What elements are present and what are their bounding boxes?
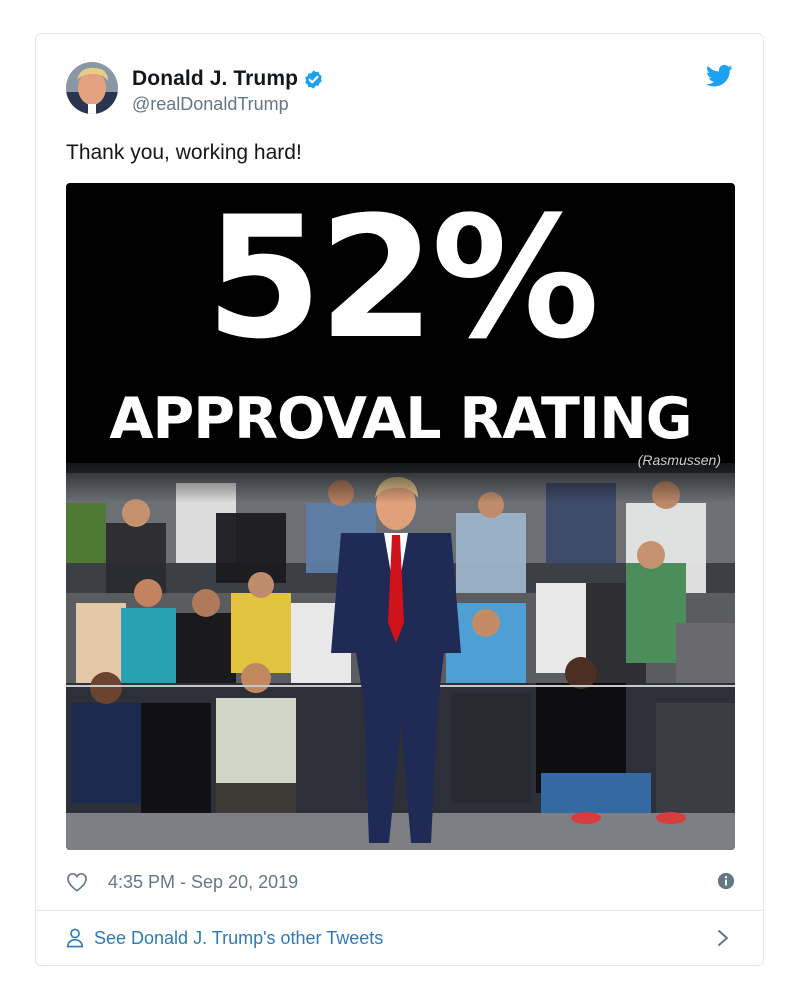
info-icon[interactable] [717,872,735,890]
author-name[interactable]: Donald J. Trump [132,67,298,91]
chevron-right-icon[interactable] [717,929,729,947]
tweet-timestamp[interactable]: 4:35 PM - Sep 20, 2019 [108,872,298,893]
tweet-text: Thank you, working hard! [66,141,302,164]
twitter-bird-icon[interactable] [706,64,733,88]
see-other-tweets-link[interactable]: See Donald J. Trump's other Tweets [66,924,735,952]
heart-icon[interactable] [66,872,88,892]
see-other-tweets-label[interactable]: See Donald J. Trump's other Tweets [94,928,383,949]
person-icon [66,928,84,948]
footer-divider [36,910,763,911]
source-caption: (Rasmussen) [637,452,721,468]
approval-rating-heading: APPROVAL RATING [109,386,692,452]
author-handle[interactable]: @realDonaldTrump [132,94,289,115]
approval-percentage: 52% [205,183,599,376]
tweet-media-image[interactable]: 52% APPROVAL RATING (Rasmussen) [66,183,735,850]
author-row: Donald J. Trump [132,67,324,91]
embedded-tweet-card: Donald J. Trump @realDonaldTrump Thank y… [35,33,764,966]
avatar[interactable] [66,62,118,114]
tweet-meta-row: 4:35 PM - Sep 20, 2019 [66,868,735,896]
verified-badge-icon [305,70,322,89]
